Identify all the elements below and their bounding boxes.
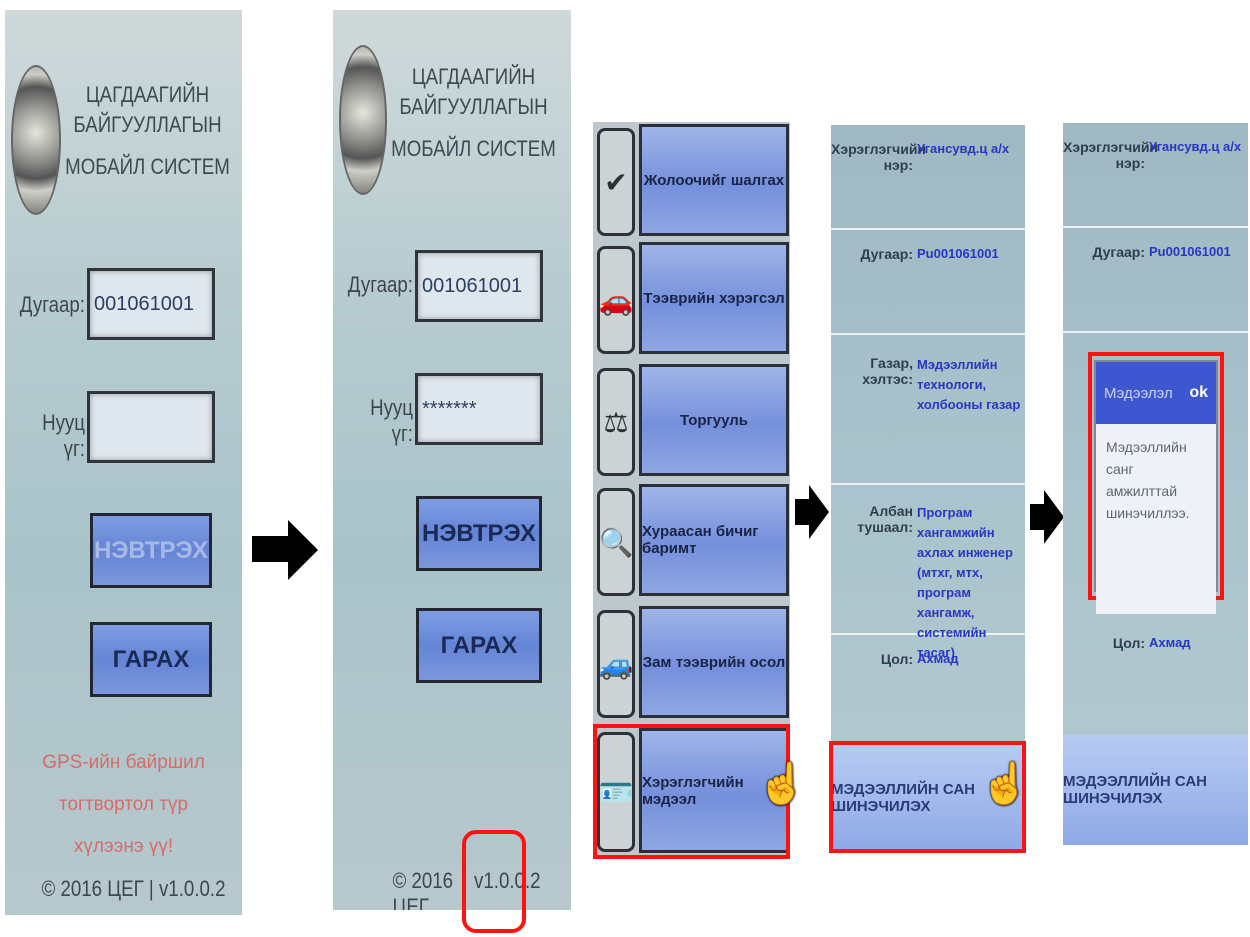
menu-item-1[interactable]: Жолоочийг шалгах xyxy=(639,124,789,236)
info-value-username: Угансувд.ц а/х xyxy=(1149,139,1242,154)
car-icon: 🚗 xyxy=(597,246,635,354)
info-row-department: Газар, хэлтэс: Мэдээллийн технологи, хол… xyxy=(831,335,1025,485)
hand-pointer-icon: ☝ xyxy=(757,762,807,806)
info-row-rank: Цол: Ахмад xyxy=(1063,623,1248,723)
org-title-line1: ЦАГДААГИЙН БАЙГУУЛЛАГЫН xyxy=(399,64,548,119)
info-value-department: Мэдээллийн технологи, холбооны газар xyxy=(917,357,1021,412)
login-screen-2: ЦАГДААГИЙН БАЙГУУЛЛАГЫН МОБАЙЛ СИСТЕМ Ду… xyxy=(333,10,571,910)
id-label: Дугаар: xyxy=(347,272,413,297)
info-value-username: Угансувд.ц а/х xyxy=(917,141,1010,156)
login-button[interactable]: НЭВТРЭХ xyxy=(416,496,542,571)
dialog-header: Мэдээлэл ok xyxy=(1096,362,1216,424)
password-input[interactable]: ******* xyxy=(415,373,543,445)
info-row-position: Албан тушаал: Програм хангамжийн ахлах и… xyxy=(831,485,1025,660)
crash-icon: 🚙 xyxy=(597,610,635,718)
update-database-button[interactable]: МЭДЭЭЛЛИЙН САН ШИНЭЧИЛЭХ xyxy=(1063,735,1248,845)
info-row-rank: Цол: Ахмад xyxy=(831,635,1025,735)
info-row-id: Дугаар: Pu001061001 xyxy=(831,230,1025,335)
info-value-id: Pu001061001 xyxy=(1149,244,1231,259)
info-label-rank: Цол: xyxy=(880,651,913,667)
exit-button[interactable]: ГАРАХ xyxy=(416,608,542,683)
password-label: Нууц үг: xyxy=(370,395,413,446)
info-label-id: Дугаар: xyxy=(860,246,913,262)
info-row-username: Хэрэглэгчийн нэр: Угансувд.ц а/х xyxy=(831,125,1025,230)
arrow-right-icon xyxy=(795,485,829,539)
info-label-position: Албан тушаал: xyxy=(857,503,913,535)
gps-warning: GPS-ийн байршил тогтвортол түр хүлээнэ ү… xyxy=(5,742,242,868)
id-label: Дугаар: xyxy=(19,292,86,317)
org-title-line2: МОБАЙЛ СИСТЕМ xyxy=(391,136,556,161)
checkmark-icon: ✔ xyxy=(597,128,635,236)
info-value-rank: Ахмад xyxy=(1149,635,1191,650)
org-title-line1: ЦАГДААГИЙН БАЙГУУЛЛАГЫН xyxy=(73,82,222,137)
dialog-title: Мэдээлэл xyxy=(1104,384,1173,402)
menu-item-4[interactable]: Хураасан бичиг баримт xyxy=(639,484,789,596)
login-button[interactable]: НЭВТРЭХ xyxy=(90,513,212,588)
org-title: ЦАГДААГИЙН БАЙГУУЛЛАГЫН МОБАЙЛ СИСТЕМ xyxy=(386,62,560,164)
id-input[interactable]: 001061001 xyxy=(87,268,215,340)
password-label: Нууц үг: xyxy=(42,410,85,461)
info-label-department: Газар, хэлтэс: xyxy=(862,355,913,387)
info-value-id: Pu001061001 xyxy=(917,246,999,261)
success-dialog: Мэдээлэл ok Мэдээллийн санг амжилттай ши… xyxy=(1094,360,1218,614)
info-label-username: Хэрэглэгчийн нэр: xyxy=(1063,139,1158,171)
police-emblem-icon xyxy=(339,45,387,195)
menu-item-3[interactable]: Торгууль xyxy=(639,364,789,476)
scales-icon: ⚖ xyxy=(597,368,635,476)
id-input[interactable]: 001061001 xyxy=(415,250,543,322)
info-label-id: Дугаар: xyxy=(1092,244,1145,260)
menu-item-5[interactable]: Зам тээврийн осол xyxy=(639,606,789,718)
gps-warning-line2: хүлээнэ үү! xyxy=(73,836,174,857)
info-row-username: Хэрэглэгчийн нэр: Угансувд.ц а/х xyxy=(1063,123,1248,228)
arrow-right-icon xyxy=(1030,490,1064,544)
gps-warning-line1: GPS-ийн байршил тогтвортол түр xyxy=(42,752,205,815)
arrow-right-icon xyxy=(252,520,322,580)
dialog-message: Мэдээллийн санг амжилттай шинэчиллээ. xyxy=(1096,424,1216,614)
info-label-username: Хэрэглэгчийн нэр: xyxy=(831,141,926,173)
police-emblem-icon xyxy=(11,65,61,215)
exit-button[interactable]: ГАРАХ xyxy=(90,622,212,697)
version-highlight xyxy=(462,830,526,933)
dialog-ok-button[interactable]: ok xyxy=(1189,384,1208,402)
info-label-rank: Цол: xyxy=(1112,635,1145,651)
info-row-id: Дугаар: Pu001061001 xyxy=(1063,228,1248,333)
footer-version: © 2016 ЦЕГ | v1.0.0.2 xyxy=(41,876,226,901)
org-title: ЦАГДААГИЙН БАЙГУУЛЛАГЫН МОБАЙЛ СИСТЕМ xyxy=(60,80,234,182)
org-title-line2: МОБАЙЛ СИСТЕМ xyxy=(65,154,230,179)
info-value-rank: Ахмад xyxy=(917,651,959,666)
hand-pointer-icon: ☝ xyxy=(980,762,1030,806)
magnifier-icon: 🔍 xyxy=(597,488,635,596)
login-screen-1: ЦАГДААГИЙН БАЙГУУЛЛАГЫН МОБАЙЛ СИСТЕМ Ду… xyxy=(5,10,242,915)
menu-item-2[interactable]: Тээврийн хэрэгсэл xyxy=(639,242,789,354)
password-input[interactable] xyxy=(87,391,215,463)
